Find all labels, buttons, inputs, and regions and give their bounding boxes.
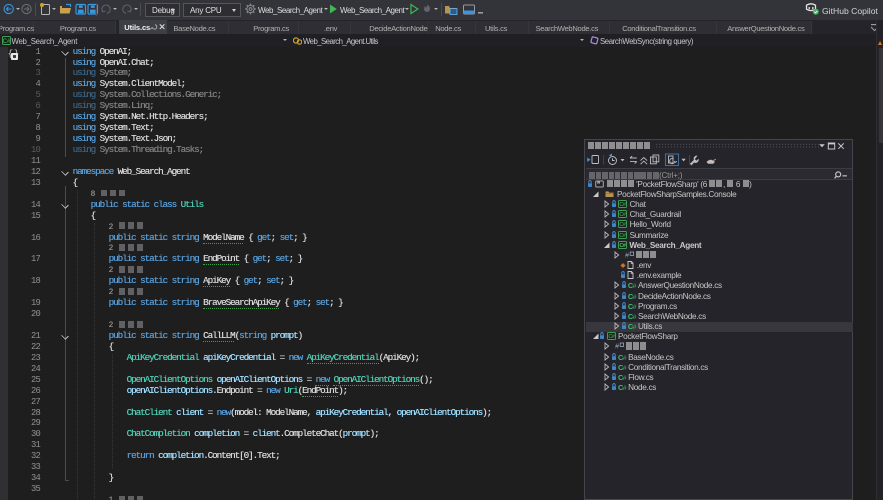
svg-text:C#: C# xyxy=(619,243,626,249)
svg-text:C#: C# xyxy=(620,222,627,228)
svg-text:C#: C# xyxy=(3,39,11,45)
svg-text:C#: C# xyxy=(620,233,627,239)
svg-text:C#: C# xyxy=(620,202,627,208)
svg-text:#: # xyxy=(615,344,619,351)
svg-text:#: # xyxy=(625,252,629,259)
svg-text:C#: C# xyxy=(608,334,615,340)
svg-text:C#: C# xyxy=(620,212,627,218)
